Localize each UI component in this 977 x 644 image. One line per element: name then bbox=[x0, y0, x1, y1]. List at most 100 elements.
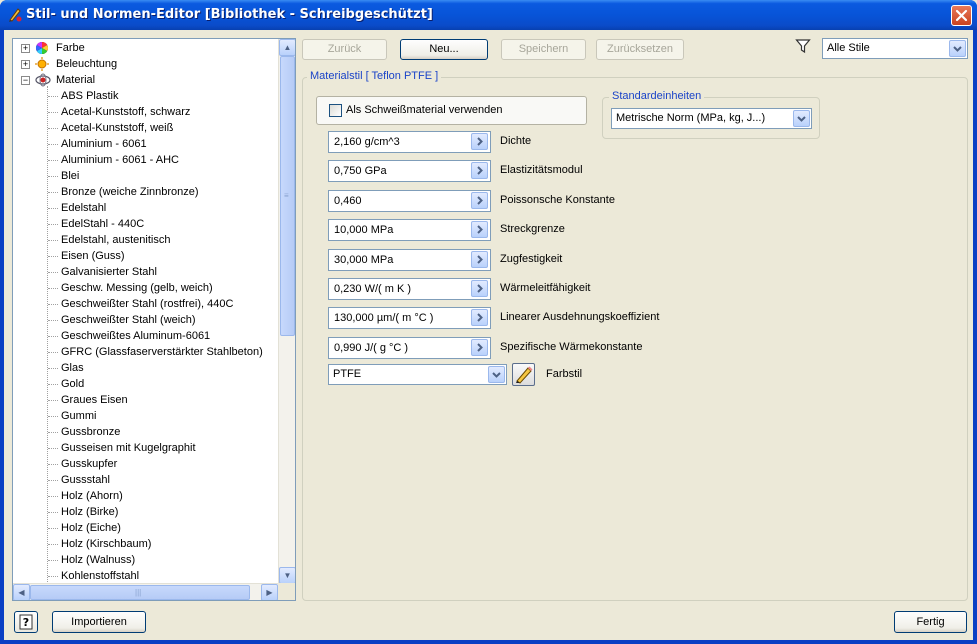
help-button[interactable]: ? bbox=[14, 611, 38, 633]
chevron-right-icon[interactable] bbox=[471, 162, 488, 179]
material-list-item[interactable]: Graues Eisen bbox=[13, 392, 278, 408]
scroll-down-button[interactable]: ▼ bbox=[279, 567, 295, 584]
import-button[interactable]: Importieren bbox=[52, 611, 146, 633]
tree-item-farbe[interactable]: + Farbe bbox=[13, 40, 278, 56]
material-list-item[interactable]: Galvanisierter Stahl bbox=[13, 264, 278, 280]
material-item-label: Holz (Kirschbaum) bbox=[61, 538, 152, 550]
property-value: 10,000 MPa bbox=[334, 224, 394, 236]
material-list-item[interactable]: Holz (Ahorn) bbox=[13, 488, 278, 504]
property-value-field[interactable]: 130,000 µm/( m °C ) bbox=[328, 307, 491, 329]
property-label: Zugfestigkeit bbox=[500, 253, 563, 265]
tree-connector-line bbox=[48, 416, 58, 417]
material-list-item[interactable]: Aluminium - 6061 bbox=[13, 136, 278, 152]
material-item-label: GFRC (Glassfaserverstärkter Stahlbeton) bbox=[61, 346, 263, 358]
weld-material-checkbox[interactable] bbox=[329, 104, 342, 117]
style-tree[interactable]: + Farbe + Beleuchtung − Material ABS Plastik Ac… bbox=[12, 38, 296, 601]
tree-connector-line bbox=[48, 208, 58, 209]
material-list-item[interactable]: Blei bbox=[13, 168, 278, 184]
material-list-item[interactable]: Geschweißtes Aluminum-6061 bbox=[13, 328, 278, 344]
property-label: Elastizitätsmodul bbox=[500, 164, 583, 176]
chevron-right-icon[interactable] bbox=[471, 339, 488, 356]
style-filter-dropdown[interactable]: Alle Stile bbox=[822, 38, 968, 59]
tree-item-material[interactable]: − Material bbox=[13, 72, 278, 88]
material-list-item[interactable]: Eisen (Guss) bbox=[13, 248, 278, 264]
chevron-down-icon[interactable] bbox=[488, 366, 505, 383]
new-button[interactable]: Neu... bbox=[400, 39, 488, 60]
property-value: 0,230 W/( m K ) bbox=[334, 283, 412, 295]
reset-button[interactable]: Zurücksetzen bbox=[596, 39, 684, 60]
material-list-item[interactable]: Holz (Birke) bbox=[13, 504, 278, 520]
vertical-scrollbar[interactable]: ▲ ≡ ▼ bbox=[278, 39, 295, 584]
expand-icon[interactable]: + bbox=[21, 44, 30, 53]
material-list-item[interactable]: Glas bbox=[13, 360, 278, 376]
chevron-right-icon[interactable] bbox=[471, 251, 488, 268]
material-list-item[interactable]: Edelstahl bbox=[13, 200, 278, 216]
material-list-item[interactable]: Bronze (weiche Zinnbronze) bbox=[13, 184, 278, 200]
collapse-icon[interactable]: − bbox=[21, 76, 30, 85]
material-list-item[interactable]: Gusskupfer bbox=[13, 456, 278, 472]
property-value-field[interactable]: 0,230 W/( m K ) bbox=[328, 278, 491, 300]
chevron-right-icon[interactable] bbox=[471, 133, 488, 150]
property-value-field[interactable]: 0,460 bbox=[328, 190, 491, 212]
material-list-item[interactable]: Holz (Walnuss) bbox=[13, 552, 278, 568]
title-bar[interactable]: Stil- und Normen-Editor [Bibliothek - Sc… bbox=[0, 0, 977, 30]
scroll-right-button[interactable]: ▶ bbox=[261, 584, 278, 600]
property-value-field[interactable]: 0,750 GPa bbox=[328, 160, 491, 182]
close-button[interactable] bbox=[951, 5, 972, 26]
expand-icon[interactable]: + bbox=[21, 60, 30, 69]
material-list-item[interactable]: Geschweißter Stahl (rostfrei), 440C bbox=[13, 296, 278, 312]
tree-connector-line bbox=[48, 448, 58, 449]
chevron-right-icon[interactable] bbox=[471, 280, 488, 297]
material-item-label: Aluminium - 6061 - AHC bbox=[61, 154, 179, 166]
material-list-item[interactable]: Holz (Eiche) bbox=[13, 520, 278, 536]
material-list-item[interactable]: Gold bbox=[13, 376, 278, 392]
done-button[interactable]: Fertig bbox=[894, 611, 967, 633]
material-list-item[interactable]: Holz (Kirschbaum) bbox=[13, 536, 278, 552]
property-value-field[interactable]: 10,000 MPa bbox=[328, 219, 491, 241]
chevron-right-icon[interactable] bbox=[471, 221, 488, 238]
material-list-item[interactable]: Kohlenstoffstahl bbox=[13, 568, 278, 584]
tree-connector-line bbox=[48, 192, 58, 193]
material-list-item[interactable]: Geschw. Messing (gelb, weich) bbox=[13, 280, 278, 296]
horizontal-scroll-thumb[interactable]: ||| bbox=[30, 585, 250, 600]
property-value-field[interactable]: 2,160 g/cm^3 bbox=[328, 131, 491, 153]
material-item-label: Geschweißter Stahl (rostfrei), 440C bbox=[61, 298, 234, 310]
property-label: Spezifische Wärmekonstante bbox=[500, 341, 643, 353]
material-list-item[interactable]: Gummi bbox=[13, 408, 278, 424]
material-list-item[interactable]: Gusseisen mit Kugelgraphit bbox=[13, 440, 278, 456]
standard-units-dropdown[interactable]: Metrische Norm (MPa, kg, J...) bbox=[611, 108, 812, 129]
horizontal-scrollbar[interactable]: ◀ ||| ▶ bbox=[13, 583, 278, 600]
chevron-right-icon[interactable] bbox=[471, 309, 488, 326]
material-list-item[interactable]: Gussstahl bbox=[13, 472, 278, 488]
tree-connector-line bbox=[48, 512, 58, 513]
property-value: 2,160 g/cm^3 bbox=[334, 136, 400, 148]
color-style-dropdown[interactable]: PTFE bbox=[328, 364, 507, 385]
material-list-item[interactable]: Acetal-Kunststoff, schwarz bbox=[13, 104, 278, 120]
chevron-down-icon[interactable] bbox=[949, 40, 966, 57]
grip-icon: ||| bbox=[135, 588, 142, 597]
filter-icon bbox=[795, 39, 811, 54]
chevron-right-icon[interactable] bbox=[471, 192, 488, 209]
material-list-item[interactable]: Edelstahl, austenitisch bbox=[13, 232, 278, 248]
property-value-field[interactable]: 0,990 J/( g °C ) bbox=[328, 337, 491, 359]
material-list-item[interactable]: EdelStahl - 440C bbox=[13, 216, 278, 232]
back-button[interactable]: Zurück bbox=[302, 39, 387, 60]
material-list-item[interactable]: Gussbronze bbox=[13, 424, 278, 440]
material-list-item[interactable]: GFRC (Glassfaserverstärkter Stahlbeton) bbox=[13, 344, 278, 360]
chevron-down-icon[interactable] bbox=[793, 110, 810, 127]
save-button[interactable]: Speichern bbox=[501, 39, 586, 60]
scroll-up-button[interactable]: ▲ bbox=[279, 39, 295, 56]
material-list-item[interactable]: Aluminium - 6061 - AHC bbox=[13, 152, 278, 168]
property-value: 0,750 GPa bbox=[334, 165, 387, 177]
vertical-scroll-thumb[interactable]: ≡ bbox=[280, 56, 295, 336]
scroll-left-button[interactable]: ◀ bbox=[13, 584, 30, 600]
color-style-label: Farbstil bbox=[546, 368, 583, 380]
tree-item-beleuchtung[interactable]: + Beleuchtung bbox=[13, 56, 278, 72]
property-value-field[interactable]: 30,000 MPa bbox=[328, 249, 491, 271]
weld-material-label: Als Schweißmaterial verwenden bbox=[346, 104, 503, 116]
material-list-item[interactable]: Acetal-Kunststoff, weiß bbox=[13, 120, 278, 136]
color-style-edit-button[interactable] bbox=[512, 363, 535, 386]
material-list-item[interactable]: ABS Plastik bbox=[13, 88, 278, 104]
window-title: Stil- und Normen-Editor [Bibliothek - Sc… bbox=[26, 7, 433, 22]
material-list-item[interactable]: Geschweißter Stahl (weich) bbox=[13, 312, 278, 328]
